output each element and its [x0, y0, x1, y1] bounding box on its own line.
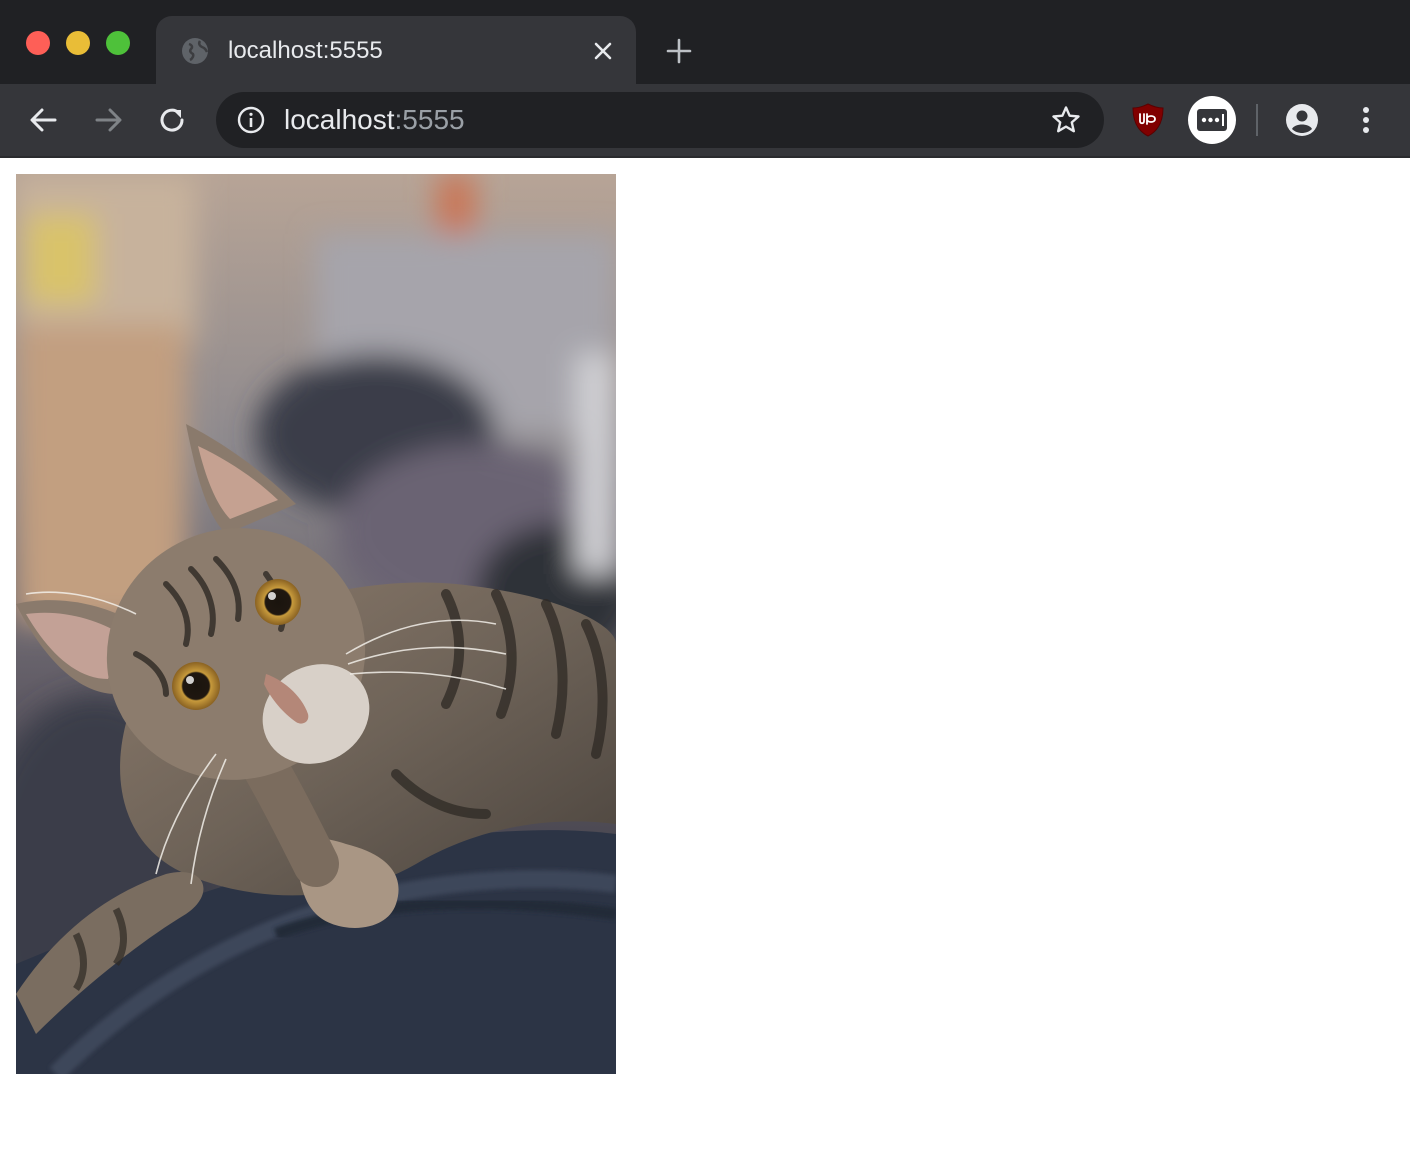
- address-bar[interactable]: localhost:5555: [216, 92, 1104, 148]
- tab-title: localhost:5555: [228, 37, 383, 64]
- window-minimize-button[interactable]: [66, 31, 90, 55]
- lastpass-glyph-icon: [1197, 109, 1227, 131]
- window-maximize-button[interactable]: [106, 31, 130, 55]
- lastpass-icon[interactable]: [1188, 96, 1236, 144]
- close-icon[interactable]: [590, 38, 616, 64]
- window-close-button[interactable]: [26, 31, 50, 55]
- tab-strip: localhost:5555: [0, 0, 1410, 84]
- star-icon[interactable]: [1050, 104, 1082, 136]
- kebab-menu-icon[interactable]: [1348, 102, 1384, 138]
- reload-icon[interactable]: [154, 102, 190, 138]
- ublock-origin-icon[interactable]: [1130, 102, 1166, 138]
- page-viewport: [0, 158, 1410, 1152]
- toolbar-divider: [1256, 104, 1258, 136]
- account-icon[interactable]: [1284, 102, 1320, 138]
- globe-icon: [182, 38, 209, 64]
- plus-icon[interactable]: [664, 36, 694, 66]
- url-host: localhost: [284, 104, 395, 135]
- active-tab[interactable]: localhost:5555: [156, 16, 636, 84]
- info-icon[interactable]: [236, 105, 266, 135]
- url-port: :5555: [394, 104, 465, 135]
- cat-photo: [16, 174, 616, 1074]
- url-text[interactable]: localhost:5555: [284, 104, 465, 136]
- arrow-right-icon[interactable]: [90, 102, 126, 138]
- arrow-left-icon[interactable]: [26, 102, 62, 138]
